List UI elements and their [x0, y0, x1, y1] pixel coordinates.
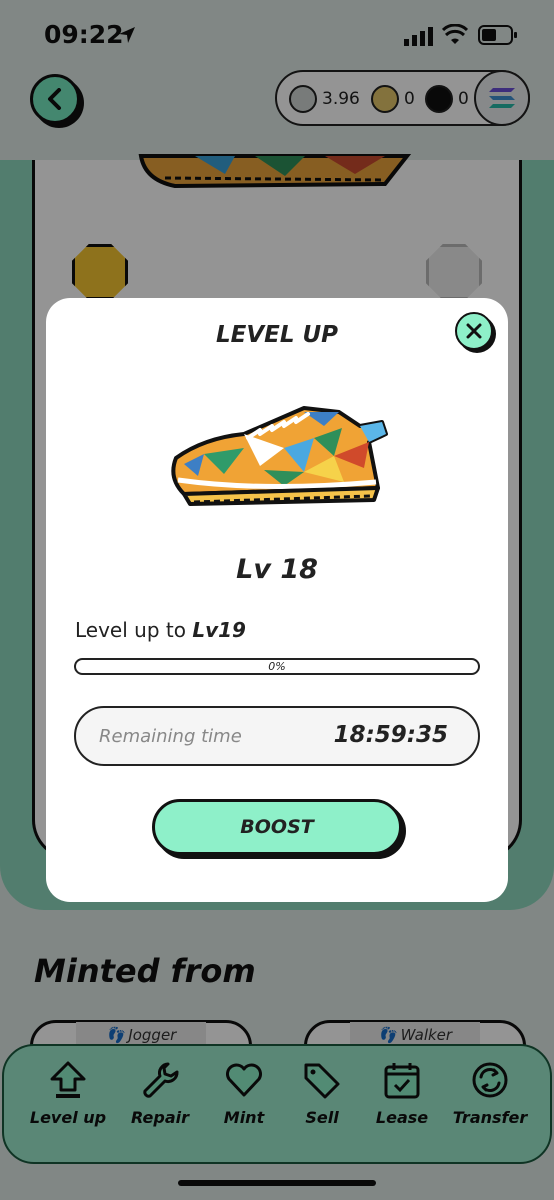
sol-balance-value: 0 [458, 89, 469, 109]
nav-label-lease: Lease [375, 1108, 429, 1127]
wifi-icon [442, 24, 468, 44]
progress-text: 0% [268, 660, 286, 673]
nav-label-level-up: Level up [29, 1108, 107, 1127]
sol-coin-icon [425, 85, 453, 113]
nav-sell[interactable]: Sell [282, 1060, 362, 1127]
nav-mint[interactable]: Mint [204, 1060, 284, 1127]
tag-icon [304, 1063, 340, 1099]
close-button[interactable] [455, 312, 493, 350]
nav-label-sell: Sell [305, 1108, 339, 1127]
level-up-icon [50, 1061, 86, 1098]
nav-label-repair: Repair [131, 1108, 189, 1127]
modal-title: LEVEL UP [215, 322, 339, 348]
nav-label-transfer: Transfer [452, 1108, 528, 1127]
nav-transfer[interactable]: Transfer [450, 1060, 530, 1127]
sneaker-image-partial [138, 154, 412, 189]
footprints-icon: 👣 [105, 1026, 125, 1044]
level-up-target: Lv19 [192, 618, 246, 642]
status-time: 09:22 [44, 20, 124, 49]
sneaker-image [171, 406, 388, 506]
battery-icon [478, 25, 517, 45]
nav-level-up[interactable]: Level up [28, 1060, 108, 1127]
remaining-time-label: Remaining time [99, 726, 242, 747]
heart-icon [226, 1063, 262, 1097]
location-arrow-icon [119, 27, 135, 43]
sol-balance: 0 [425, 85, 469, 113]
nav-lease[interactable]: Lease [362, 1060, 442, 1127]
bottom-action-bar: Level up Repair Mint Sell Lease Transfer [2, 1044, 552, 1164]
nav-label-mint: Mint [223, 1108, 265, 1127]
nav-repair[interactable]: Repair [120, 1060, 200, 1127]
level-up-prefix: Level up to [75, 618, 186, 642]
level-up-target-row: Level up to Lv19 [75, 618, 246, 642]
chevron-left-icon [48, 88, 61, 110]
gst-balance-value: 3.96 [322, 89, 360, 109]
boost-button[interactable]: BOOST [152, 799, 402, 855]
level-up-modal: LEVEL UP Lv 18 Level up to Lv19 0% Remai… [46, 298, 508, 902]
gmt-balance-value: 0 [404, 89, 415, 109]
current-level: Lv 18 [236, 554, 318, 585]
close-icon [466, 323, 482, 339]
calendar-icon [384, 1063, 420, 1099]
gmt-balance: 0 [371, 85, 415, 113]
gst-coin-icon [289, 85, 317, 113]
sneaker-detail-page: 09:22 3.96 0 0 Minted from 👣 Jogger 👣 Wa… [0, 0, 554, 1200]
minted-from-title: Minted from [34, 952, 256, 990]
home-indicator [178, 1180, 376, 1186]
solana-logo-icon [489, 88, 515, 108]
cellular-signal-icon [404, 27, 433, 46]
footprint-icon: 👣 [377, 1026, 397, 1044]
level-up-progress-bar: 0% [74, 658, 480, 675]
wallet-chain-button[interactable] [474, 70, 530, 126]
gst-balance: 3.96 [289, 85, 360, 113]
transfer-icon [472, 1062, 508, 1098]
balances-pill: 3.96 0 0 [275, 70, 530, 126]
remaining-time-field: Remaining time 18:59:35 [74, 706, 480, 766]
wrench-icon [143, 1062, 179, 1098]
back-button[interactable] [30, 74, 80, 124]
remaining-time-value: 18:59:35 [333, 722, 448, 748]
gmt-coin-icon [371, 85, 399, 113]
